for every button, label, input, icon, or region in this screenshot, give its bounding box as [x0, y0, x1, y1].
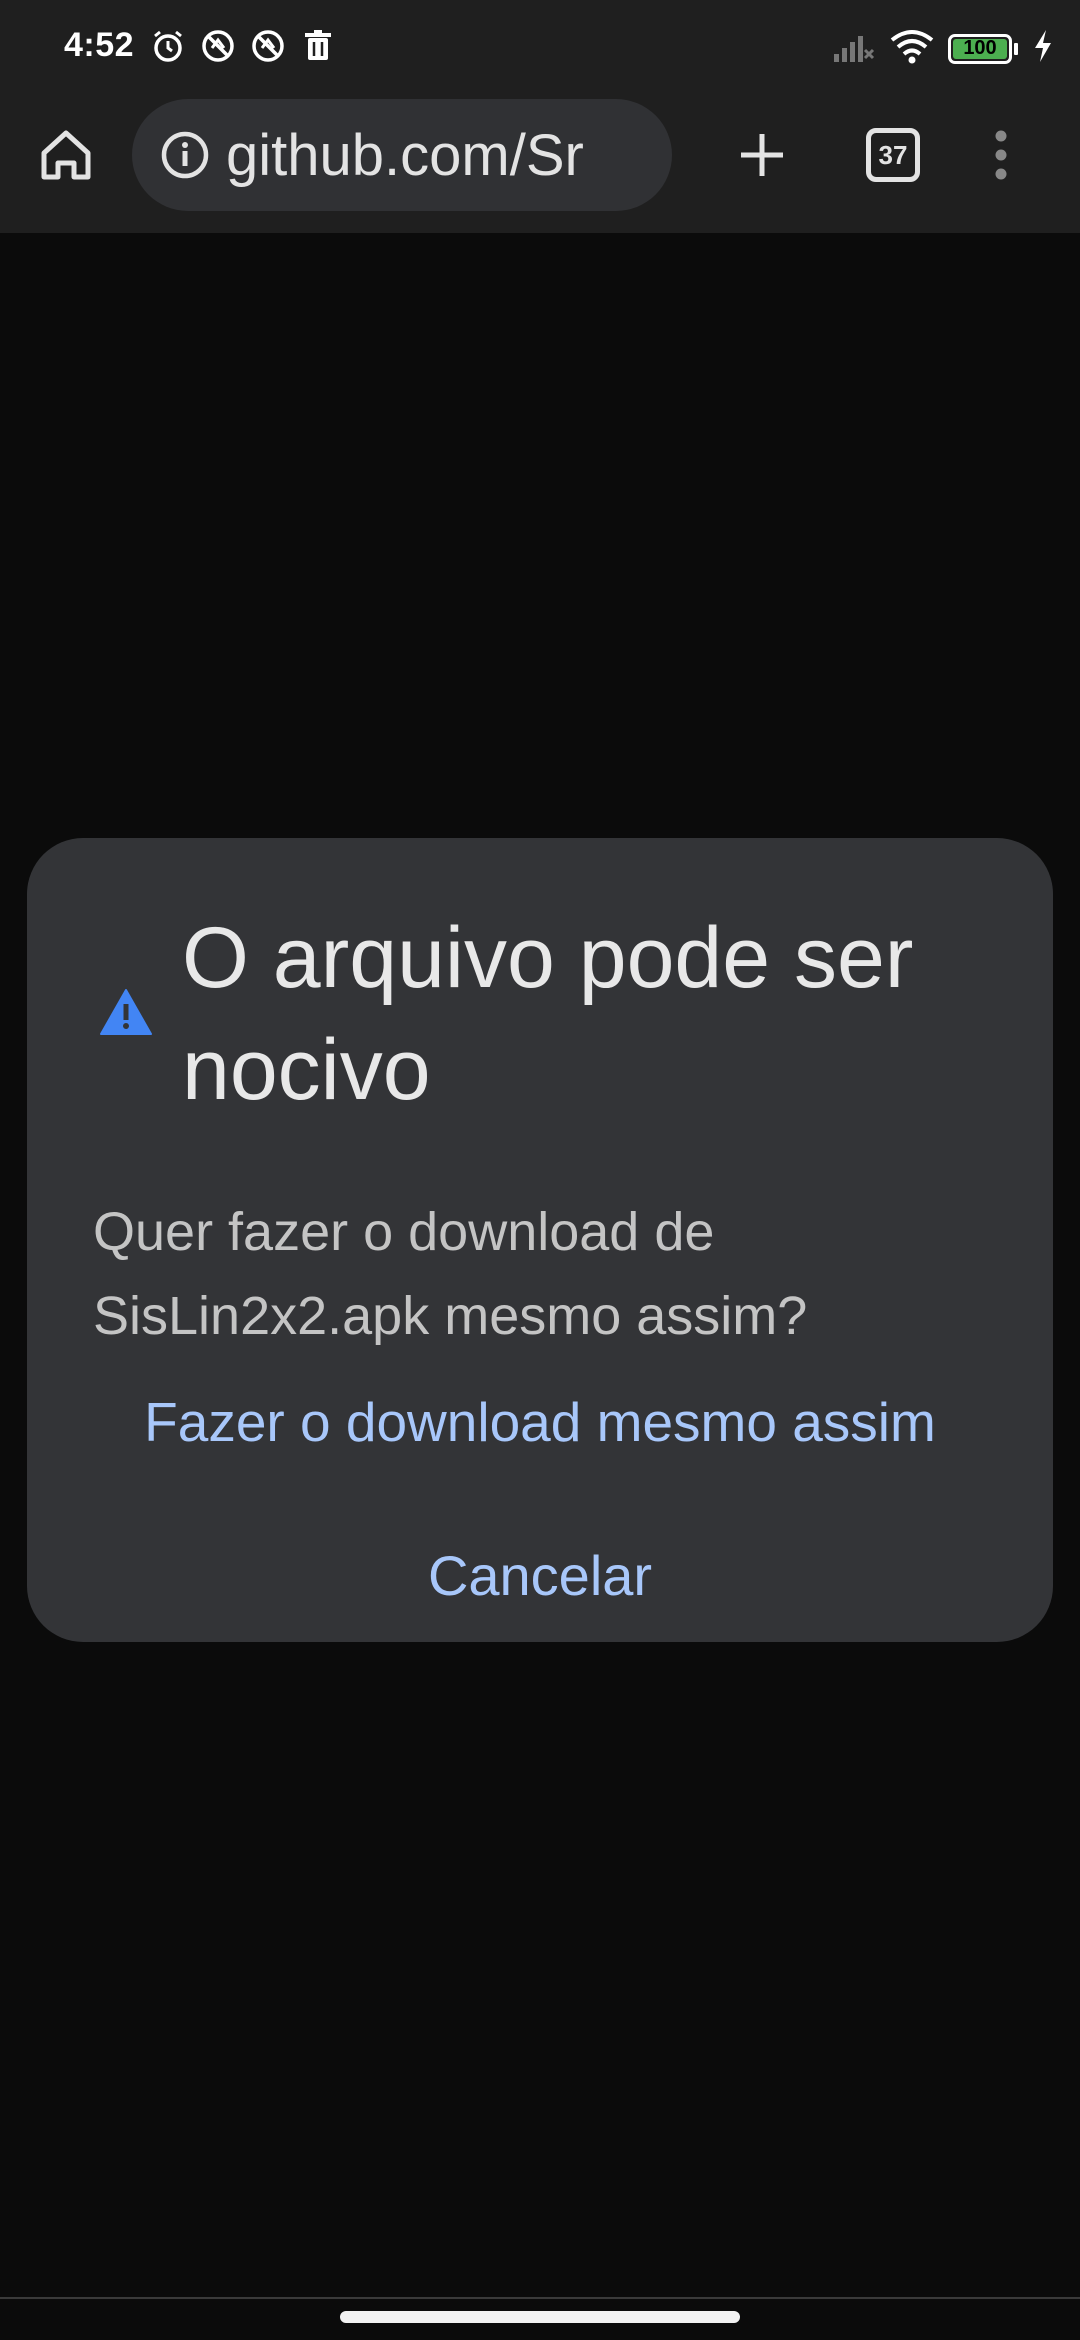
more-menu-button[interactable] [976, 119, 1026, 191]
url-bar[interactable]: github.com/Sr [132, 99, 672, 211]
alarm-icon [150, 28, 186, 64]
tab-count: 37 [878, 139, 908, 170]
status-time: 4:52 [64, 26, 135, 64]
battery-level: 100 [953, 37, 1007, 59]
plus-icon [741, 134, 783, 176]
gesture-handle[interactable] [340, 2311, 740, 2323]
notification-icons [150, 28, 336, 64]
tab-switcher-button[interactable]: 37 [866, 128, 920, 182]
signal-icon [832, 28, 876, 69]
new-tab-button[interactable] [726, 119, 798, 191]
dialog-title: O arquivo pode ser nocivo [182, 910, 914, 1118]
dialog-message: Quer fazer o download de SisLin2x2.apk m… [93, 1202, 808, 1346]
url-text[interactable]: github.com/Sr [226, 122, 584, 189]
download-anyway-button[interactable]: Fazer o download mesmo assim [27, 1374, 1053, 1470]
no-disturb-icon [200, 28, 236, 64]
more-vert-icon [995, 130, 1007, 180]
wifi-icon [890, 28, 934, 69]
info-icon[interactable] [160, 130, 210, 180]
harmful-file-dialog: O arquivo pode ser nocivo Quer fazer o d… [27, 838, 1053, 1642]
status-bar: 4:52 100 [0, 0, 1080, 95]
cancel-button[interactable]: Cancelar [27, 1528, 1053, 1624]
nav-divider [0, 2297, 1080, 2299]
warning-icon [99, 988, 153, 1036]
home-button[interactable] [30, 119, 102, 191]
system-icons: 100 [832, 28, 1054, 69]
battery-icon: 100 [948, 33, 1018, 64]
no-disturb-icon [250, 28, 286, 64]
home-icon [41, 130, 91, 180]
charging-icon [1032, 28, 1054, 69]
trash-icon [300, 28, 336, 64]
browser-toolbar: github.com/Sr 37 [0, 95, 1080, 233]
